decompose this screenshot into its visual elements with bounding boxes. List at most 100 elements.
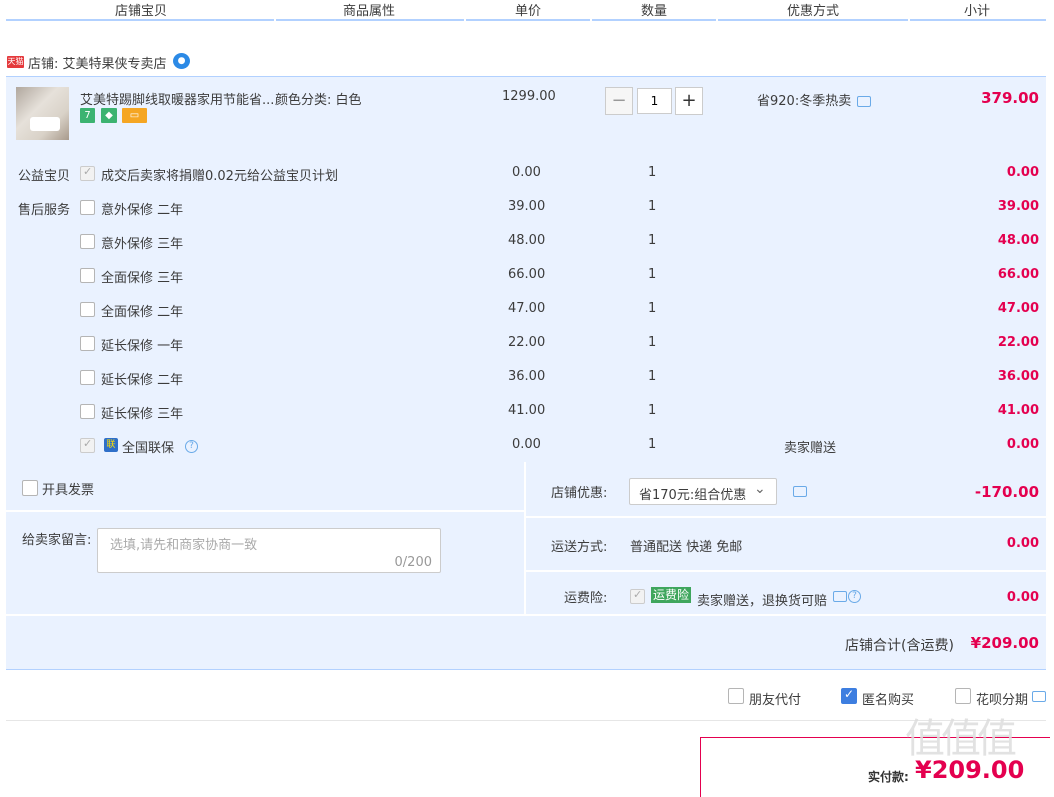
service-name[interactable]: 延长保修 三年 bbox=[101, 403, 183, 422]
friend-pay-checkbox[interactable] bbox=[728, 688, 744, 704]
product-attribute: 颜色分类: 白色 bbox=[275, 93, 362, 108]
shop-total-label: 店铺合计(含运费) bbox=[845, 638, 954, 654]
col-unit-price: 单价 bbox=[515, 4, 542, 19]
service-qty: 1 bbox=[648, 403, 657, 418]
service-name[interactable]: 意外保修 三年 bbox=[101, 233, 183, 252]
freight-insurance-label: 运费险: bbox=[564, 591, 608, 606]
shop-discount-value: -170.00 bbox=[974, 483, 1039, 501]
huabei-checkbox[interactable] bbox=[955, 688, 971, 704]
service-price: 41.00 bbox=[508, 403, 546, 418]
charity-label: 公益宝贝 bbox=[18, 169, 71, 184]
column-header: 店铺宝贝 商品属性 单价 数量 优惠方式 小计 bbox=[0, 0, 1054, 22]
col-subtotal: 小计 bbox=[964, 4, 991, 19]
service-checkbox[interactable] bbox=[80, 200, 95, 215]
shop-discount-label: 店铺优惠: bbox=[551, 486, 608, 501]
service-checkbox[interactable] bbox=[80, 268, 95, 283]
service-price: 36.00 bbox=[508, 369, 546, 384]
divider bbox=[526, 570, 1046, 572]
quantity-input[interactable]: 1 bbox=[637, 88, 672, 114]
message-label: 给卖家留言: bbox=[22, 533, 92, 548]
national-warranty-price: 0.00 bbox=[512, 437, 541, 452]
service-checkbox[interactable] bbox=[80, 302, 95, 317]
discount-chat-icon[interactable] bbox=[793, 486, 807, 497]
service-subtotal: 66.00 bbox=[997, 267, 1039, 282]
seven-day-return-icon: 7 bbox=[80, 108, 95, 123]
freight-insurance-value: 0.00 bbox=[1006, 590, 1039, 605]
freight-insurance-badge: 运费险 bbox=[651, 587, 692, 603]
service-subtotal: 22.00 bbox=[997, 335, 1039, 350]
unit-price: 1299.00 bbox=[502, 89, 556, 104]
shipping-value: 0.00 bbox=[1006, 536, 1039, 551]
service-checkbox[interactable] bbox=[80, 234, 95, 249]
col-shop-item: 店铺宝贝 bbox=[115, 4, 168, 19]
item-subtotal: 379.00 bbox=[981, 89, 1039, 107]
quantity-minus-button[interactable]: − bbox=[605, 87, 633, 115]
shop-discount-selected: 省170元:组合优惠 bbox=[639, 488, 747, 503]
national-warranty-checkbox bbox=[80, 437, 95, 453]
charity-checkbox bbox=[80, 165, 95, 181]
national-warranty-promo: 卖家赠送 bbox=[784, 441, 837, 456]
service-price: 66.00 bbox=[508, 267, 546, 282]
help-icon[interactable]: ? bbox=[185, 440, 198, 453]
product-title[interactable]: 艾美特踢脚线取暖器家用节能省... bbox=[80, 89, 274, 108]
product-thumbnail[interactable] bbox=[16, 87, 69, 140]
help-icon[interactable]: ? bbox=[848, 590, 861, 603]
separator bbox=[6, 720, 1046, 721]
huabei-chat-icon[interactable] bbox=[1032, 691, 1046, 702]
wangwang-icon[interactable]: ● bbox=[173, 53, 190, 69]
charity-text: 成交后卖家将捐赠0.02元给公益宝贝计划 bbox=[101, 169, 338, 184]
col-quantity: 数量 bbox=[641, 4, 668, 19]
card-icon: ▭ bbox=[122, 108, 147, 123]
divider bbox=[6, 510, 524, 512]
message-placeholder: 选填,请先和商家协商一致 bbox=[110, 538, 258, 553]
promo-chat-icon[interactable] bbox=[857, 96, 871, 107]
chevron-down-icon: ⌄ bbox=[754, 481, 766, 497]
col-discount: 优惠方式 bbox=[787, 4, 840, 19]
message-counter: 0/200 bbox=[394, 555, 432, 570]
shipping-text: 普通配送 快递 免邮 bbox=[630, 540, 743, 555]
freight-insurance-text: 卖家赠送，退换货可赔 bbox=[697, 594, 828, 609]
service-checkbox[interactable] bbox=[80, 336, 95, 351]
charity-subtotal: 0.00 bbox=[1006, 165, 1039, 180]
shop-name[interactable]: 店铺: 艾美特果侠专卖店 bbox=[28, 53, 167, 72]
service-name[interactable]: 全面保修 三年 bbox=[101, 267, 183, 286]
charity-qty: 1 bbox=[648, 165, 657, 180]
service-name[interactable]: 意外保修 二年 bbox=[101, 199, 183, 218]
service-checkbox[interactable] bbox=[80, 370, 95, 385]
divider bbox=[6, 614, 1046, 616]
quantity-plus-button[interactable]: + bbox=[675, 87, 703, 115]
anonymous-label[interactable]: 匿名购买 bbox=[862, 689, 914, 708]
divider bbox=[524, 462, 526, 614]
service-checkbox[interactable] bbox=[80, 404, 95, 419]
divider bbox=[526, 516, 1046, 518]
service-name[interactable]: 延长保修 一年 bbox=[101, 335, 183, 354]
col-attributes: 商品属性 bbox=[343, 4, 396, 19]
shipping-label: 运送方式: bbox=[551, 540, 608, 555]
service-name[interactable]: 延长保修 二年 bbox=[101, 369, 183, 388]
insurance-chat-icon[interactable] bbox=[833, 591, 847, 602]
service-qty: 1 bbox=[648, 335, 657, 350]
service-name[interactable]: 全面保修 二年 bbox=[101, 301, 183, 320]
friend-pay-label[interactable]: 朋友代付 bbox=[749, 689, 801, 708]
national-warranty-qty: 1 bbox=[648, 437, 657, 452]
service-subtotal: 41.00 bbox=[997, 403, 1039, 418]
message-input[interactable]: 选填,请先和商家协商一致 0/200 bbox=[97, 528, 441, 573]
service-subtotal: 39.00 bbox=[997, 199, 1039, 214]
site-watermark: 值值值 bbox=[905, 716, 1017, 762]
charity-price: 0.00 bbox=[512, 165, 541, 180]
anonymous-checkbox[interactable] bbox=[841, 687, 857, 704]
service-subtotal: 47.00 bbox=[997, 301, 1039, 316]
service-price: 47.00 bbox=[508, 301, 546, 316]
shop-name-text[interactable]: 艾美特果侠专卖店 bbox=[63, 57, 167, 72]
shop-label: 店铺: bbox=[28, 57, 59, 72]
shop-discount-select[interactable]: 省170元:组合优惠 ⌄ bbox=[629, 478, 777, 505]
invoice-label[interactable]: 开具发票 bbox=[42, 479, 94, 498]
service-qty: 1 bbox=[648, 301, 657, 316]
service-price: 22.00 bbox=[508, 335, 546, 350]
service-subtotal: 36.00 bbox=[997, 369, 1039, 384]
service-qty: 1 bbox=[648, 199, 657, 214]
huabei-label[interactable]: 花呗分期 bbox=[976, 689, 1028, 708]
freight-insurance-checkbox bbox=[630, 588, 645, 604]
after-sale-label: 售后服务 bbox=[18, 203, 71, 218]
invoice-checkbox[interactable] bbox=[22, 480, 38, 496]
